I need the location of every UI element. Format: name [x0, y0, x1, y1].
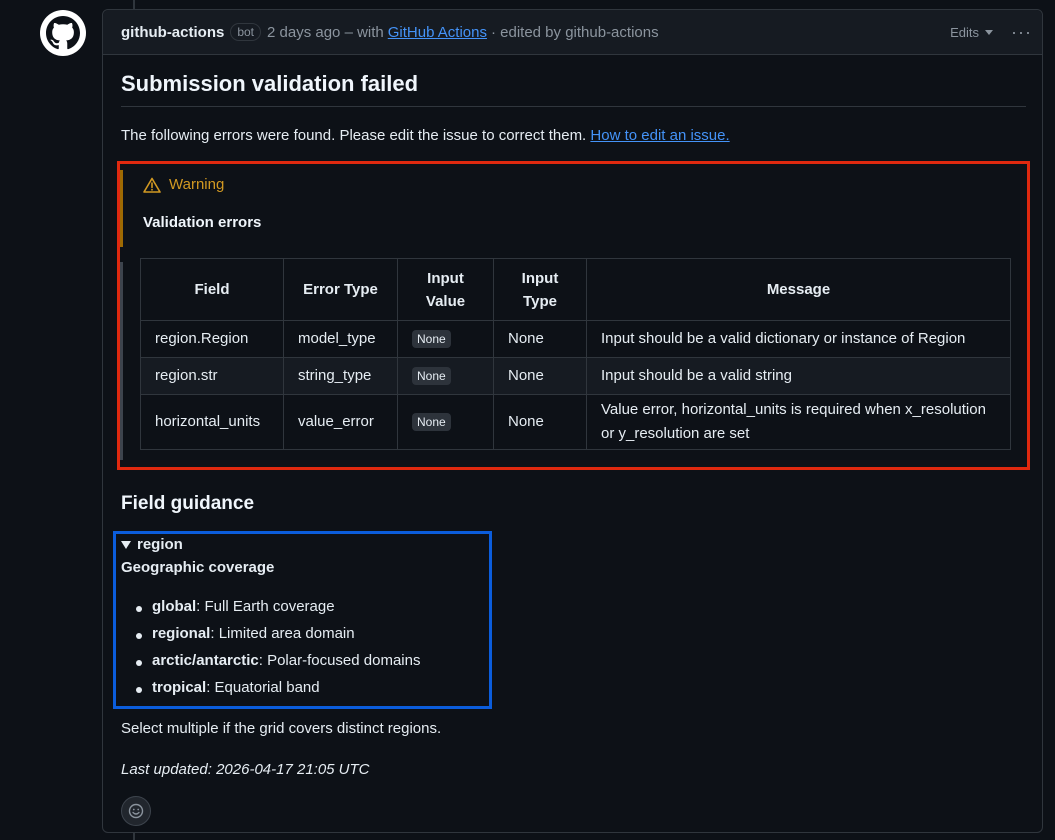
cell-input-value: None — [397, 394, 494, 450]
cell-input-value: None — [397, 320, 494, 358]
cell-input-type: None — [493, 357, 587, 395]
option-term: global — [152, 598, 197, 615]
cell-input-value: None — [397, 357, 494, 395]
github-actions-link[interactable]: GitHub Actions — [388, 24, 487, 41]
chevron-down-icon — [985, 30, 994, 35]
validation-errors-highlight: Warning Validation errors Field Error Ty… — [117, 161, 1030, 470]
field-guidance-heading: Field guidance — [121, 493, 255, 514]
warning-icon — [143, 177, 161, 193]
col-header-message: Message — [586, 258, 1011, 321]
edits-dropdown[interactable]: Edits — [950, 25, 994, 40]
input-value-code: None — [412, 413, 451, 431]
cell-error-type: string_type — [283, 357, 398, 395]
alert-title: Warning — [143, 176, 224, 193]
list-item: tropical: Equatorial band — [121, 679, 420, 706]
alert-label: Warning — [169, 176, 225, 193]
last-updated: Last updated: 2026-04-17 21:05 UTC — [121, 761, 370, 778]
heading-divider — [121, 106, 1026, 107]
github-avatar[interactable] — [40, 10, 86, 56]
col-header-input-value: Input Value — [397, 258, 494, 321]
edits-label: Edits — [950, 25, 980, 40]
option-term: arctic/antarctic — [152, 652, 259, 669]
cell-error-type: value_error — [283, 394, 398, 450]
intro-text: The following errors were found. Please … — [121, 127, 730, 144]
intro-sentence: The following errors were found. Please … — [121, 127, 587, 144]
errors-table: Field Error Type Input Value Input Type … — [140, 258, 1011, 450]
edit-issue-link[interactable]: How to edit an issue. — [590, 127, 729, 144]
smiley-icon — [128, 803, 144, 819]
cell-input-type: None — [493, 394, 587, 450]
input-value-code: None — [412, 367, 451, 385]
input-value-code: None — [412, 330, 451, 348]
author-name[interactable]: github-actions — [121, 24, 224, 41]
bot-badge: bot — [230, 23, 262, 41]
cell-message: Input should be a valid dictionary or in… — [586, 320, 1011, 358]
option-term: regional — [152, 625, 211, 642]
details-summary-label: region — [137, 536, 183, 553]
cell-field: region.str — [140, 357, 284, 395]
comment-time[interactable]: 2 days ago – with — [267, 24, 384, 41]
list-item: regional: Limited area domain — [121, 625, 420, 652]
table-header-row: Field Error Type Input Value Input Type … — [140, 258, 1011, 321]
comment-header: github-actions bot 2 days ago – with Git… — [103, 10, 1042, 55]
triangle-down-icon — [121, 540, 131, 549]
details-heading: Geographic coverage — [121, 559, 275, 576]
region-details-toggle[interactable]: region — [121, 536, 183, 553]
table-quote-bar — [120, 262, 123, 460]
cell-field: region.Region — [140, 320, 284, 358]
cell-error-type: model_type — [283, 320, 398, 358]
page-title: Submission validation failed — [121, 71, 419, 96]
option-desc: : Polar-focused domains — [258, 652, 421, 669]
warning-alert: Warning Validation errors — [120, 170, 420, 247]
option-desc: : Limited area domain — [210, 625, 355, 642]
github-logo-icon — [46, 16, 80, 50]
list-item: arctic/antarctic: Polar-focused domains — [121, 652, 420, 679]
alert-subtitle: Validation errors — [143, 214, 262, 231]
col-header-error-type: Error Type — [283, 258, 398, 321]
option-desc: : Equatorial band — [206, 679, 320, 696]
select-note: Select multiple if the grid covers disti… — [121, 720, 442, 737]
list-item: global: Full Earth coverage — [121, 598, 420, 625]
more-options-icon[interactable]: ··· — [1011, 22, 1032, 43]
option-desc: : Full Earth coverage — [196, 598, 335, 615]
edited-by: · edited by github-actions — [490, 23, 659, 41]
col-header-field: Field — [140, 258, 284, 321]
cell-message: Input should be a valid string — [586, 357, 1011, 395]
col-header-input-type: Input Type — [493, 258, 587, 321]
cell-field: horizontal_units — [140, 394, 284, 450]
option-term: tropical — [152, 679, 207, 696]
table-row: horizontal_units value_error None None V… — [140, 394, 1011, 450]
table-row: region.str string_type None None Input s… — [140, 357, 1011, 395]
region-options-list: global: Full Earth coverage regional: Li… — [121, 598, 420, 706]
add-reaction-button[interactable] — [121, 796, 151, 826]
table-row: region.Region model_type None None Input… — [140, 320, 1011, 358]
cell-input-type: None — [493, 320, 587, 358]
cell-message: Value error, horizontal_units is require… — [586, 394, 1011, 450]
comment-box: github-actions bot 2 days ago – with Git… — [102, 9, 1043, 833]
